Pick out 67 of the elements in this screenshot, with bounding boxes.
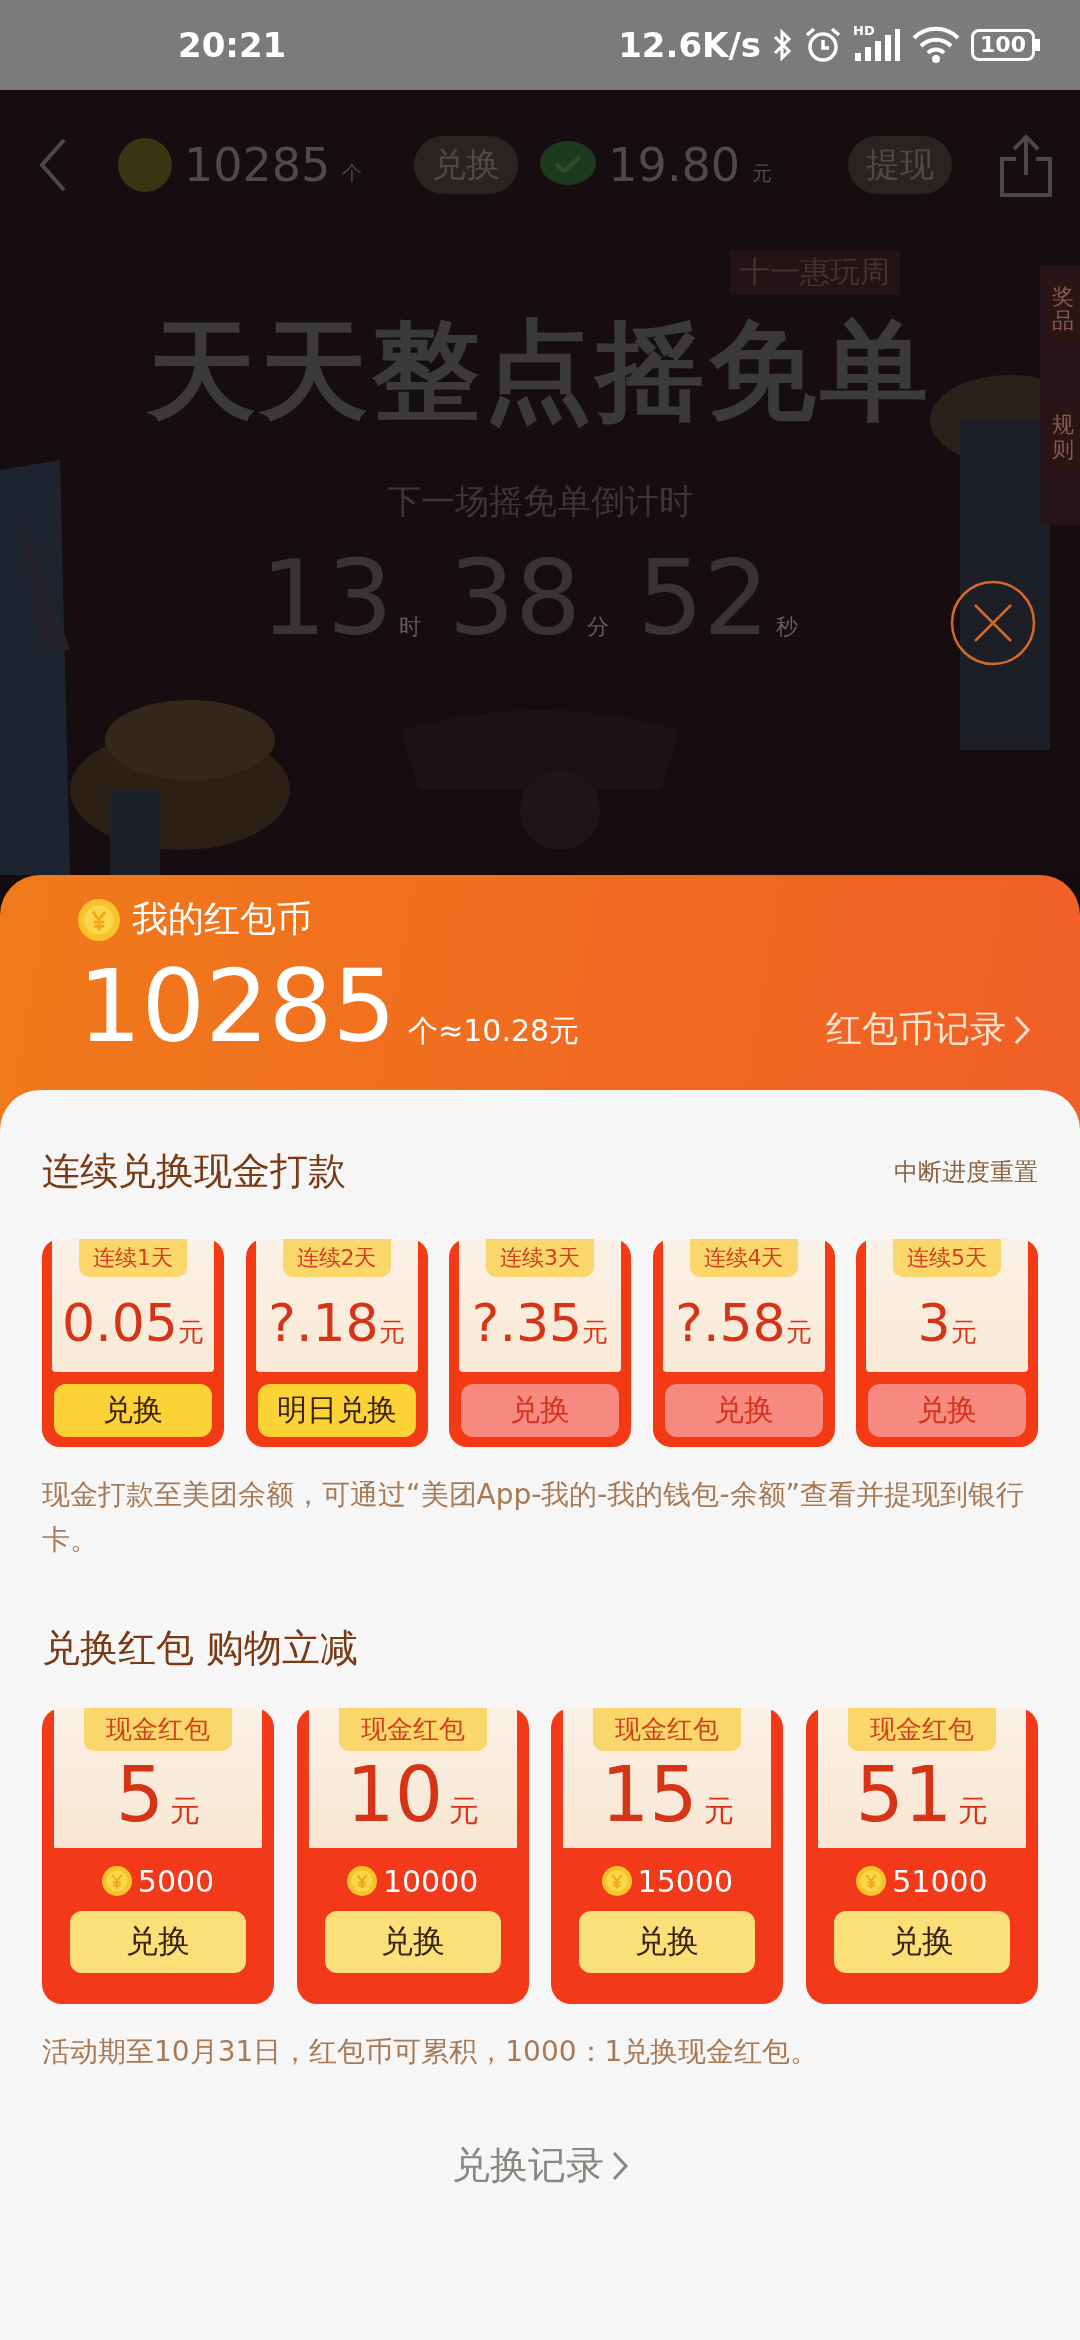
coin-cost: 5000 bbox=[137, 1863, 215, 1899]
unit-label: 元 bbox=[958, 1791, 989, 1830]
unit-label: 个 bbox=[342, 159, 363, 187]
packet-amount: 10 bbox=[346, 1756, 443, 1833]
unit-label: 元 bbox=[752, 159, 773, 187]
cash-amount: 3 bbox=[917, 1293, 951, 1353]
redeem-button[interactable]: 兑换 bbox=[324, 1910, 501, 1973]
unit-label: 元 bbox=[378, 1316, 405, 1349]
section-title: 兑换红包 购物立减 bbox=[42, 1624, 359, 1672]
info-text: 现金打款至美团余额，可通过“美团App-我的-我的钱包-余额”查看并提现到银行卡。 bbox=[42, 1477, 1026, 1558]
network-speed: 12.6K/s bbox=[618, 25, 762, 65]
redeem-button[interactable]: 明日兑换 bbox=[257, 1383, 416, 1437]
packet-label: 现金红包 bbox=[84, 1707, 232, 1751]
packet-amount: 5 bbox=[115, 1756, 165, 1833]
wifi-icon bbox=[911, 26, 962, 64]
countdown-unit: 时 bbox=[398, 613, 421, 641]
redeem-button[interactable]: 兑换 bbox=[579, 1910, 756, 1973]
cash-amount: ?.18 bbox=[268, 1293, 379, 1353]
coin-cost: 15000 bbox=[637, 1863, 734, 1899]
back-icon[interactable] bbox=[38, 137, 68, 193]
unit-label: 元 bbox=[703, 1791, 734, 1830]
packet-label: 现金红包 bbox=[847, 1707, 996, 1751]
side-tab[interactable]: 规则 bbox=[1046, 403, 1080, 472]
countdown-unit: 秒 bbox=[775, 613, 798, 641]
coin-cost: 51000 bbox=[892, 1863, 988, 1899]
day-label: 连续5天 bbox=[893, 1239, 1001, 1277]
balance-note: 个≈10.28元 bbox=[408, 1012, 580, 1050]
countdown-unit: 分 bbox=[587, 613, 610, 641]
day-label: 连续4天 bbox=[689, 1239, 798, 1277]
cash-amount: ?.35 bbox=[471, 1293, 583, 1353]
chevron-icon bbox=[1014, 1014, 1030, 1045]
day-label: 连续2天 bbox=[282, 1239, 391, 1277]
packet-amount: 15 bbox=[600, 1756, 698, 1833]
reset-note: 中断进度重置 bbox=[894, 1156, 1038, 1188]
unit-label: 元 bbox=[582, 1316, 609, 1349]
redeem-button[interactable]: 兑换 bbox=[54, 1383, 212, 1437]
packet-amount: 51 bbox=[855, 1756, 953, 1833]
info-text: 活动期至10月31日，红包币可累积，1000：1兑换现金红包。 bbox=[42, 2033, 820, 2070]
unit-label: 元 bbox=[170, 1791, 201, 1830]
sheet-title: 我的红包币 bbox=[132, 897, 312, 941]
day-label: 连续3天 bbox=[486, 1239, 594, 1277]
day-label: 连续1天 bbox=[79, 1239, 187, 1277]
close-icon[interactable] bbox=[950, 580, 1036, 666]
bluetooth-icon bbox=[771, 27, 794, 63]
section-title: 连续兑换现金打款 bbox=[42, 1148, 346, 1195]
packet-label: 现金红包 bbox=[593, 1707, 742, 1751]
cash-amount: ?.58 bbox=[675, 1293, 786, 1353]
signal-icon bbox=[853, 27, 902, 63]
unit-label: 元 bbox=[449, 1791, 479, 1830]
cash-balance: 19.80 bbox=[608, 138, 741, 192]
share-icon[interactable] bbox=[998, 133, 1054, 197]
unit-label: 元 bbox=[177, 1316, 204, 1349]
redeem-button[interactable]: 兑换 bbox=[70, 1910, 246, 1973]
packet-label: 现金红包 bbox=[338, 1707, 487, 1751]
clock-time: 20:21 bbox=[178, 25, 287, 65]
history-link[interactable]: 兑换记录 bbox=[452, 2140, 628, 2192]
side-tab[interactable]: 奖品 bbox=[1046, 275, 1080, 344]
unit-label: 元 bbox=[785, 1316, 812, 1349]
coin-balance: 10285 bbox=[78, 952, 397, 1062]
record-link[interactable]: 红包币记录 bbox=[826, 1005, 1030, 1054]
chevron-icon bbox=[612, 2150, 628, 2181]
network-type-label: HD bbox=[853, 23, 875, 38]
cash-amount: 0.05 bbox=[62, 1293, 178, 1353]
unit-label: 元 bbox=[950, 1316, 977, 1349]
coin-cost: 10000 bbox=[382, 1863, 479, 1899]
redeem-button[interactable]: 兑换 bbox=[833, 1910, 1010, 1973]
coin-balance: 10285 bbox=[184, 138, 331, 192]
